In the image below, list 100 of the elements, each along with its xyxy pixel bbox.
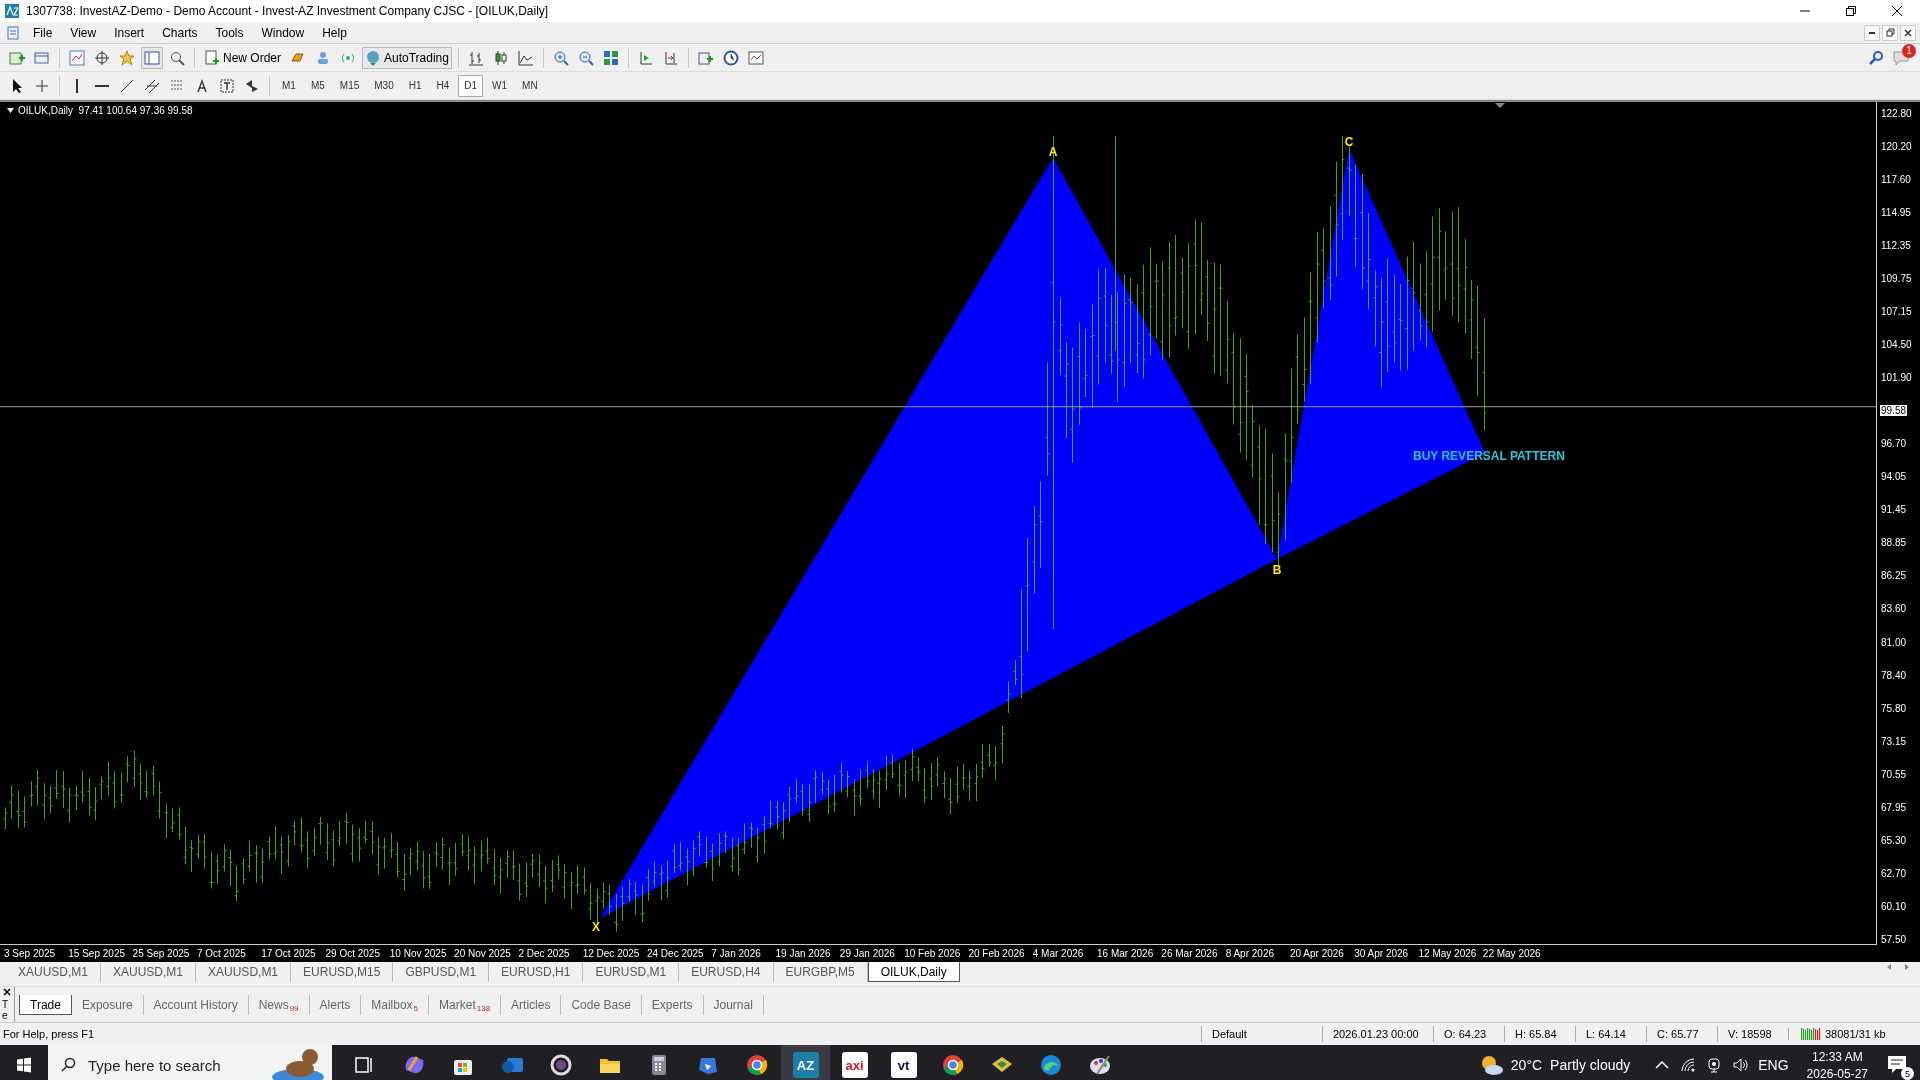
camera-icon[interactable] — [1706, 1057, 1723, 1073]
taskbar-app[interactable]: axi — [830, 1045, 879, 1080]
date-label: 29 Oct 2025 — [325, 947, 381, 959]
date-label: 30 Apr 2026 — [1354, 947, 1410, 959]
date-label: 10 Feb 2026 — [904, 947, 962, 959]
price-label: 73.15 — [1880, 735, 1908, 747]
chart-tab[interactable]: EURUSD,M1 — [583, 962, 680, 982]
chart-tab[interactable]: EURGBP,M5 — [773, 962, 868, 982]
date-label: 16 Mar 2026 — [1097, 947, 1155, 959]
date-label: 17 Oct 2025 — [261, 947, 317, 959]
autotrading-button[interactable]: AutoTrading — [362, 46, 452, 69]
chart-tab[interactable]: GBPUSD,M1 — [393, 962, 490, 982]
scroll-marker-icon[interactable] — [1495, 103, 1505, 108]
terminal-tab[interactable]: Journal — [703, 995, 764, 1015]
close-button[interactable] — [1900, 24, 1916, 41]
notification-icon[interactable] — [1886, 1053, 1908, 1075]
status-field: C: 65.77 — [1657, 1028, 1699, 1040]
menu-item[interactable]: Help — [315, 25, 354, 40]
price-label: 91.45 — [1880, 504, 1908, 516]
taskbar-app[interactable]: AZ — [781, 1045, 830, 1080]
price-label: 81.00 — [1880, 636, 1908, 648]
terminal-tab[interactable]: Alerts — [309, 995, 362, 1015]
menu-item[interactable]: Charts — [155, 25, 205, 40]
menu-item[interactable]: Tools — [208, 25, 251, 40]
count-label: 99 — [289, 1004, 299, 1015]
chart-tab[interactable]: EURUSD,M15 — [291, 962, 394, 982]
panel-title: Te — [2, 999, 10, 1021]
timeframe-button[interactable]: D1 — [458, 74, 484, 97]
minimize-icon — [1800, 10, 1810, 12]
window-icon — [34, 49, 50, 66]
navigator-button[interactable] — [141, 46, 163, 69]
date-label: 10 Nov 2025 — [389, 947, 448, 959]
chart-tab[interactable]: XAUUSD,M1 — [101, 962, 197, 982]
price-label: 67.95 — [1880, 801, 1908, 813]
status-field: 2026.01.23 00:00 — [1333, 1028, 1419, 1040]
clock-date[interactable]: 2026-05-27 — [1806, 1066, 1868, 1080]
status-field: V: 18598 — [1728, 1028, 1772, 1040]
chart-icon — [69, 49, 85, 66]
date-label: 15 Sep 2025 — [68, 947, 126, 959]
star-icon — [119, 49, 135, 66]
price-label: 117.60 — [1880, 174, 1912, 186]
label-icon — [219, 77, 235, 94]
price-label: 60.10 — [1880, 900, 1908, 912]
wifi-icon[interactable] — [1680, 1057, 1697, 1073]
app-logo: axi — [841, 1052, 868, 1078]
chart-tab[interactable]: EURUSD,H1 — [489, 962, 584, 982]
clock-time[interactable]: 12:33 AM — [1811, 1049, 1863, 1064]
timeframe-button[interactable]: H4 — [430, 74, 456, 97]
price-label: 94.05 — [1880, 471, 1908, 483]
search-icon[interactable] — [1868, 49, 1884, 66]
menu-item[interactable]: Window — [254, 25, 312, 40]
close-icon[interactable] — [2, 987, 12, 997]
robot-play-icon — [365, 49, 381, 66]
price-label: 70.55 — [1880, 768, 1908, 780]
app-logo: vt — [890, 1052, 917, 1078]
count-label: 138 — [476, 1004, 491, 1015]
menu-item[interactable]: Insert — [107, 25, 152, 40]
chart-tab[interactable]: XAUUSD,M1 — [6, 962, 101, 982]
chart-tab[interactable]: EURUSD,H4 — [679, 962, 774, 982]
terminal-tab[interactable]: Experts — [641, 995, 704, 1015]
status-field: H: 65.84 — [1515, 1028, 1557, 1040]
minimize-button[interactable] — [1864, 24, 1880, 41]
timeframe-button[interactable]: M5 — [304, 74, 331, 97]
timeframe-button[interactable]: M30 — [368, 74, 400, 97]
search-field[interactable]: Type here to search — [86, 1055, 250, 1075]
speaker-icon[interactable] — [1732, 1057, 1749, 1073]
menu-item[interactable]: View — [63, 25, 104, 40]
crosshair-icon — [34, 77, 50, 94]
terminal-tab[interactable]: Trade — [19, 995, 72, 1015]
date-label: 20 Feb 2026 — [968, 947, 1026, 959]
timeframe-button[interactable]: M1 — [276, 74, 302, 97]
traffic-text: 38081/31 kb — [1825, 1028, 1886, 1040]
price-label: 65.30 — [1880, 834, 1908, 846]
timeframe-button[interactable]: H1 — [402, 74, 428, 97]
vertical-line-icon — [76, 78, 78, 93]
terminal-tab[interactable]: Account History — [143, 995, 249, 1015]
menu-item[interactable]: File — [26, 25, 60, 40]
terminal-tab[interactable]: Exposure — [71, 995, 144, 1015]
date-label: 20 Nov 2025 — [454, 947, 512, 959]
document-icon — [6, 24, 22, 41]
timeframe-button[interactable]: W1 — [486, 74, 514, 97]
trendline-icon — [119, 77, 135, 94]
text-icon — [194, 77, 210, 94]
search-bar[interactable]: Type here to search — [48, 1045, 332, 1080]
price-label: 62.70 — [1880, 867, 1908, 879]
restore-icon — [1884, 26, 1896, 39]
bar-chart-icon — [467, 49, 484, 66]
timeframe-button[interactable]: M15 — [333, 74, 366, 97]
new-order-button[interactable]: New Order — [201, 46, 284, 69]
taskbar-app[interactable]: vt — [879, 1045, 928, 1080]
language-indicator[interactable]: ENG — [1758, 1057, 1789, 1073]
price-label: 75.80 — [1880, 702, 1908, 714]
price-label: 120.20 — [1880, 141, 1913, 153]
terminal-tab[interactable]: Articles — [501, 995, 562, 1015]
chart-tab[interactable]: XAUUSD,M1 — [196, 962, 292, 982]
chart-tab[interactable]: OILUK,Daily — [867, 962, 960, 982]
date-label: 2 Dec 2025 — [518, 947, 571, 959]
timeframe-button[interactable]: MN — [516, 74, 544, 97]
zoom-in-icon — [552, 49, 569, 66]
terminal-tab[interactable]: Code Base — [561, 995, 642, 1015]
